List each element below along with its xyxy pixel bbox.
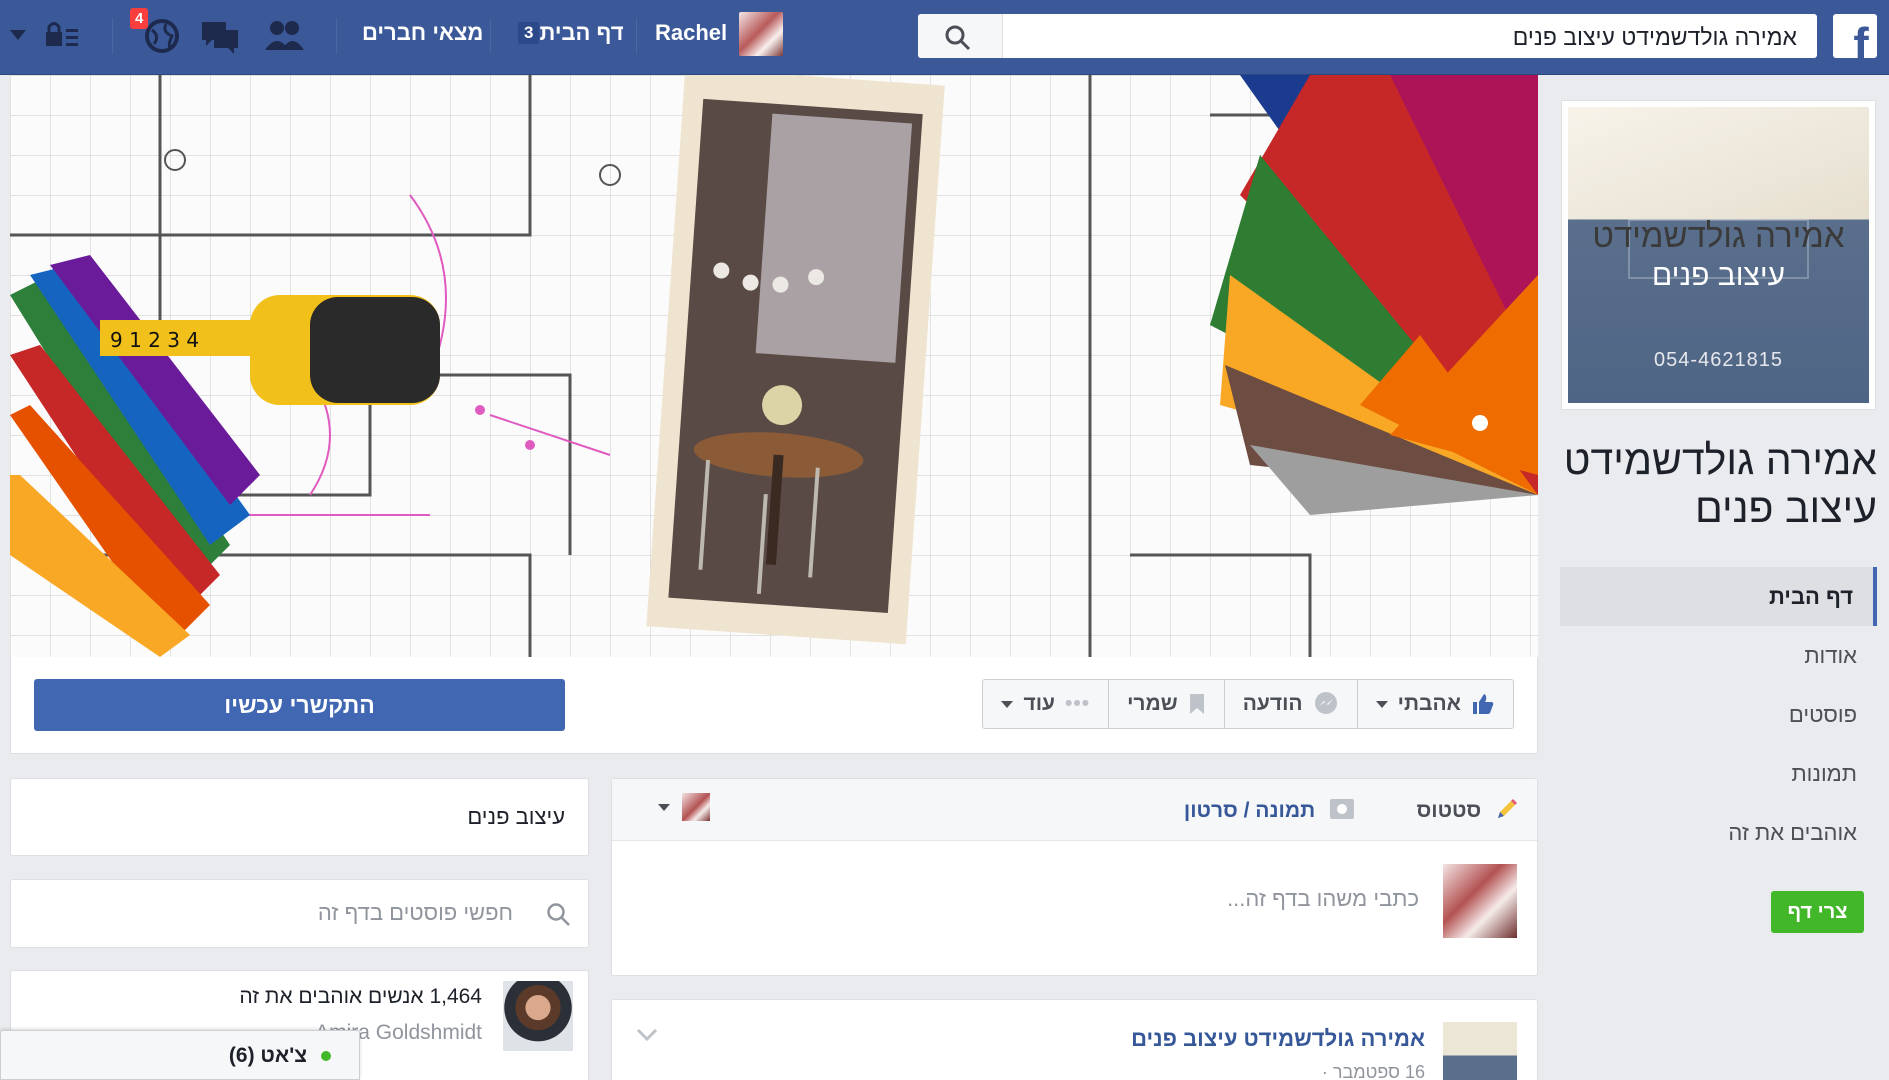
message-button[interactable]: הודעה (1223, 680, 1357, 728)
post-search-input[interactable]: חפשי פוסטים בדף זה (318, 900, 513, 926)
top-bar: f אמירה גולדשמידט עיצוב פנים Rachel 3 דף … (0, 0, 1889, 75)
page-category[interactable]: עיצוב פנים (467, 804, 565, 830)
side-nav-about[interactable]: אודות (1560, 626, 1877, 685)
composer-identity-avatar[interactable] (682, 793, 710, 821)
more-dots-icon: ••• (1065, 692, 1091, 715)
page-title-line1: אמירה גולדשמידט (1563, 437, 1877, 483)
category-card: עיצוב פנים (10, 778, 589, 856)
home-link[interactable]: 3 דף הבית (510, 20, 624, 46)
home-count-badge: 3 (518, 22, 540, 44)
page-title[interactable]: אמירה גולדשמידט עיצוב פנים (1557, 436, 1877, 532)
search-button[interactable] (918, 14, 1003, 58)
post-author-avatar[interactable] (1443, 1022, 1517, 1080)
post-timestamp[interactable]: 16 ספטמבר · (1322, 1062, 1425, 1080)
profile-name-link[interactable]: Rachel (655, 20, 727, 46)
liker-avatar[interactable] (503, 981, 573, 1051)
like-label: אהבתי (1397, 692, 1461, 715)
profile-picture-wall (1568, 107, 1869, 220)
svg-text:9 1 2 3 4: 9 1 2 3 4 (110, 328, 199, 352)
nav-divider (636, 18, 637, 54)
like-caret-icon (1375, 700, 1388, 708)
profile-avatar[interactable] (739, 12, 783, 56)
profile-picture-image: אמירה גולדשמידט עיצוב פנים 054-4621815 (1568, 107, 1869, 403)
post-composer: סטטוס תמונה / סרטון כתבי משהו בדף זה... (611, 778, 1538, 976)
notifications-badge: 4 (130, 8, 149, 29)
composer-tabs: סטטוס תמונה / סרטון (612, 779, 1537, 841)
search-icon (945, 25, 971, 51)
save-label: שמרי (1127, 692, 1178, 715)
cover-photo[interactable]: 9 1 2 3 4 (10, 75, 1538, 657)
likes-count[interactable]: 1,464 אנשים אוהבים את זה (239, 985, 482, 1009)
thumbs-up-icon (1473, 694, 1494, 714)
search-icon (547, 903, 570, 926)
nav-divider (112, 18, 113, 54)
account-menu-caret-icon[interactable] (8, 28, 28, 42)
bookmark-icon (1189, 694, 1204, 714)
online-status-icon (321, 1051, 331, 1061)
like-button[interactable]: אהבתי (1356, 680, 1513, 728)
messenger-icon (1314, 692, 1337, 714)
tab-photo-video-label: תמונה / סרטון (1183, 799, 1316, 822)
more-label: עוד (1023, 692, 1056, 715)
page-action-bar: התקשרי עכשיו אהבתי הודעה שמרי ••• עוד (10, 657, 1538, 754)
post-options-chevron-icon[interactable] (636, 1028, 658, 1042)
nav-divider (336, 18, 337, 54)
more-button[interactable]: ••• עוד (983, 680, 1108, 728)
save-button[interactable]: שמרי (1108, 680, 1224, 728)
create-page-button[interactable]: צרי דף (1771, 891, 1864, 933)
profile-picture-subtitle: עיצוב פנים (1651, 259, 1786, 292)
post-author-name[interactable]: אמירה גולדשמידט עיצוב פנים (1131, 1026, 1425, 1052)
friend-requests-icon[interactable] (262, 16, 306, 56)
side-nav-posts[interactable]: פוסטים (1560, 685, 1877, 744)
message-label: הודעה (1242, 692, 1303, 715)
camera-icon (1330, 799, 1354, 819)
profile-picture-phone: 054-4621815 (1654, 349, 1783, 371)
chat-bar[interactable]: צ'אט (6) (0, 1030, 360, 1080)
identity-caret-icon[interactable] (657, 803, 671, 813)
pencil-icon (1498, 799, 1517, 818)
nav-divider (490, 18, 491, 54)
page-post-search[interactable]: חפשי פוסטים בדף זה (10, 879, 589, 948)
search-box[interactable]: אמירה גולדשמידט עיצוב פנים (918, 14, 1817, 58)
feed-post: אמירה גולדשמידט עיצוב פנים 16 ספטמבר · (611, 999, 1538, 1080)
messages-icon[interactable] (198, 16, 242, 56)
home-label: דף הבית (539, 20, 624, 45)
side-nav-photos[interactable]: תמונות (1560, 744, 1877, 803)
page-side-nav: דף הבית אודות פוסטים תמונות אוהבים את זה (1560, 567, 1877, 862)
tab-status[interactable]: סטטוס (1417, 797, 1519, 823)
facebook-logo-icon[interactable]: f (1833, 14, 1877, 58)
privacy-shortcuts-icon[interactable] (42, 16, 82, 56)
tab-photo-video[interactable]: תמונה / סרטון (1184, 797, 1355, 823)
more-caret-icon (1001, 700, 1014, 708)
side-nav-likes[interactable]: אוהבים את זה (1560, 803, 1877, 862)
chat-label: צ'אט (6) (228, 1044, 307, 1067)
composer-avatar (1443, 864, 1517, 938)
profile-picture-name: אמירה גולדשמידט (1592, 217, 1845, 254)
find-friends-link[interactable]: מצאי חברים (362, 20, 483, 46)
page-profile-picture[interactable]: אמירה גולדשמידט עיצוב פנים 054-4621815 (1561, 100, 1876, 410)
page-title-line2: עיצוב פנים (1694, 485, 1877, 531)
search-input[interactable]: אמירה גולדשמידט עיצוב פנים (1513, 24, 1797, 51)
cover-photo-illustration: 9 1 2 3 4 (10, 75, 1538, 657)
page-action-buttons: אהבתי הודעה שמרי ••• עוד (982, 679, 1514, 729)
side-nav-home[interactable]: דף הבית (1560, 567, 1877, 626)
tab-status-label: סטטוס (1416, 799, 1482, 822)
composer-input[interactable]: כתבי משהו בדף זה... (1227, 886, 1419, 912)
call-now-button[interactable]: התקשרי עכשיו (34, 679, 565, 731)
